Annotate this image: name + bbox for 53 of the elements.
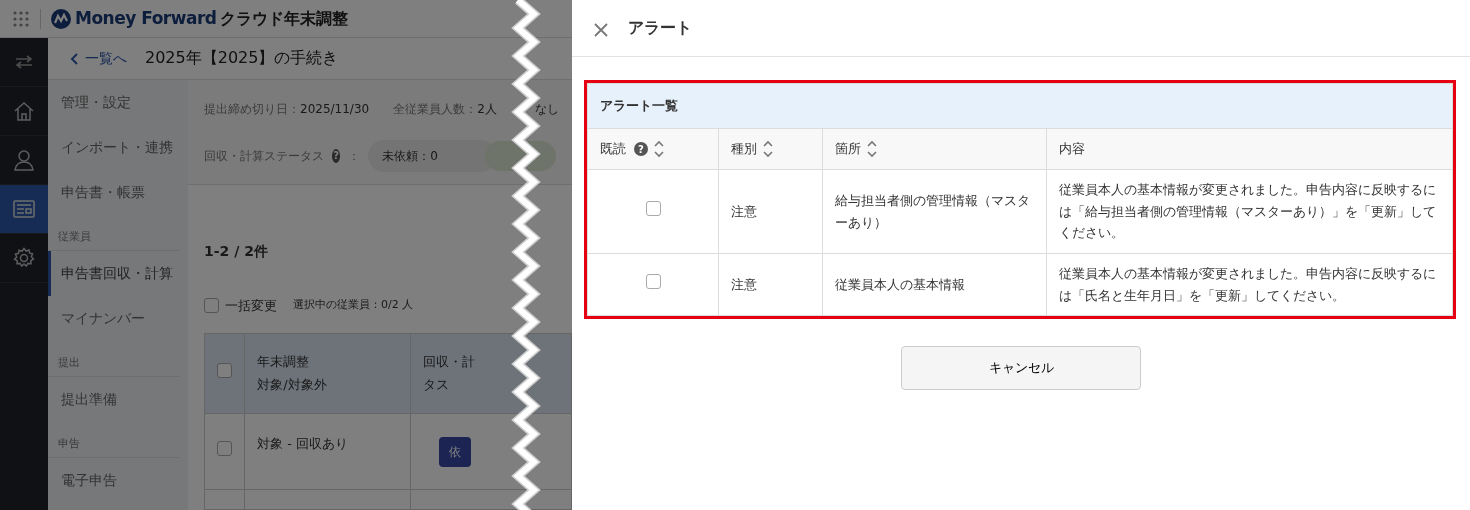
help-icon[interactable]: ? bbox=[634, 142, 648, 156]
request-button[interactable]: 依 bbox=[438, 436, 471, 467]
table-cell: 注意 bbox=[718, 253, 823, 316]
column-header: 回収・計 タス bbox=[410, 333, 572, 414]
product-name: クラウド年末調整 bbox=[220, 7, 349, 30]
gear-icon bbox=[13, 247, 35, 269]
person-icon bbox=[14, 149, 34, 171]
nav-item[interactable]: 提出準備 bbox=[48, 376, 188, 422]
nav-item[interactable]: 管理・設定 bbox=[48, 79, 188, 125]
logo-icon bbox=[51, 8, 71, 29]
table-cell: 従業員本人の基本情報が変更されました。申告内容に反映するには「氏名と生年月日」を「更新」してください。 bbox=[1046, 253, 1453, 316]
column-header: 年末調整 対象/対象外 bbox=[244, 333, 411, 414]
sort-icon[interactable] bbox=[867, 139, 877, 159]
row-checkbox[interactable] bbox=[217, 441, 233, 457]
select-all-checkbox[interactable] bbox=[217, 363, 233, 379]
table-cell: 従業員本人の基本情報 bbox=[822, 253, 1047, 316]
nav-item[interactable]: 申告書・帳票 bbox=[48, 169, 188, 215]
nav-item[interactable]: 申告書回収・計算 bbox=[48, 250, 188, 296]
arrows-icon bbox=[14, 55, 34, 69]
colon-text: ： bbox=[348, 147, 361, 165]
help-icon[interactable]: ? bbox=[332, 148, 341, 163]
nav-section-label: 申告 bbox=[48, 421, 180, 458]
sort-icon[interactable] bbox=[654, 139, 664, 159]
table-cell: 対象 - 回収あり bbox=[244, 413, 411, 490]
back-link[interactable]: 一覧へ bbox=[70, 47, 127, 69]
page-title: 2025年【2025】の手続き bbox=[145, 47, 339, 70]
read-checkbox[interactable] bbox=[645, 274, 661, 290]
summary-value: なし bbox=[534, 101, 559, 116]
app-grid-icon[interactable] bbox=[12, 9, 30, 28]
column-header: 箇所 bbox=[835, 140, 861, 159]
brand-name: Money Forward bbox=[75, 6, 217, 30]
column-header: 内容 bbox=[1059, 140, 1085, 159]
staff-count-text: 全従業員人数：2人 bbox=[393, 101, 497, 116]
document-icon bbox=[13, 200, 35, 218]
result-count: 1-2 / 2件 bbox=[204, 241, 269, 261]
table-cell: 給与担当者側の管理情報（マスターあり） bbox=[822, 169, 1047, 254]
table-cell: 従業員本人の基本情報が変更されました。申告内容に反映するには「給与担当者側の管理情報（マスターあり）」を「更新」してください。 bbox=[1046, 169, 1453, 254]
table-cell: 注意 bbox=[718, 169, 823, 254]
sort-icon[interactable] bbox=[763, 139, 773, 159]
column-header: 種別 bbox=[731, 140, 757, 159]
column-header: 既読 bbox=[600, 140, 626, 159]
bulk-checkbox[interactable] bbox=[204, 297, 219, 313]
nav-item[interactable]: インポート・連携 bbox=[48, 124, 188, 170]
card-title: アラート一覧 bbox=[587, 83, 1453, 129]
nav-item[interactable]: マイナンバー bbox=[48, 295, 188, 341]
home-icon bbox=[13, 100, 35, 122]
nav-item[interactable]: 電子申告 bbox=[48, 457, 188, 503]
read-checkbox[interactable] bbox=[645, 201, 661, 217]
chevron-left-icon bbox=[70, 52, 79, 65]
selected-count: 選択中の従業員：0/2 人 bbox=[293, 297, 414, 313]
panel-title: アラート bbox=[628, 17, 692, 39]
deadline-text: 提出締め切り日：2025/11/30 bbox=[204, 101, 370, 116]
cancel-button[interactable]: キャンセル bbox=[901, 346, 1141, 390]
